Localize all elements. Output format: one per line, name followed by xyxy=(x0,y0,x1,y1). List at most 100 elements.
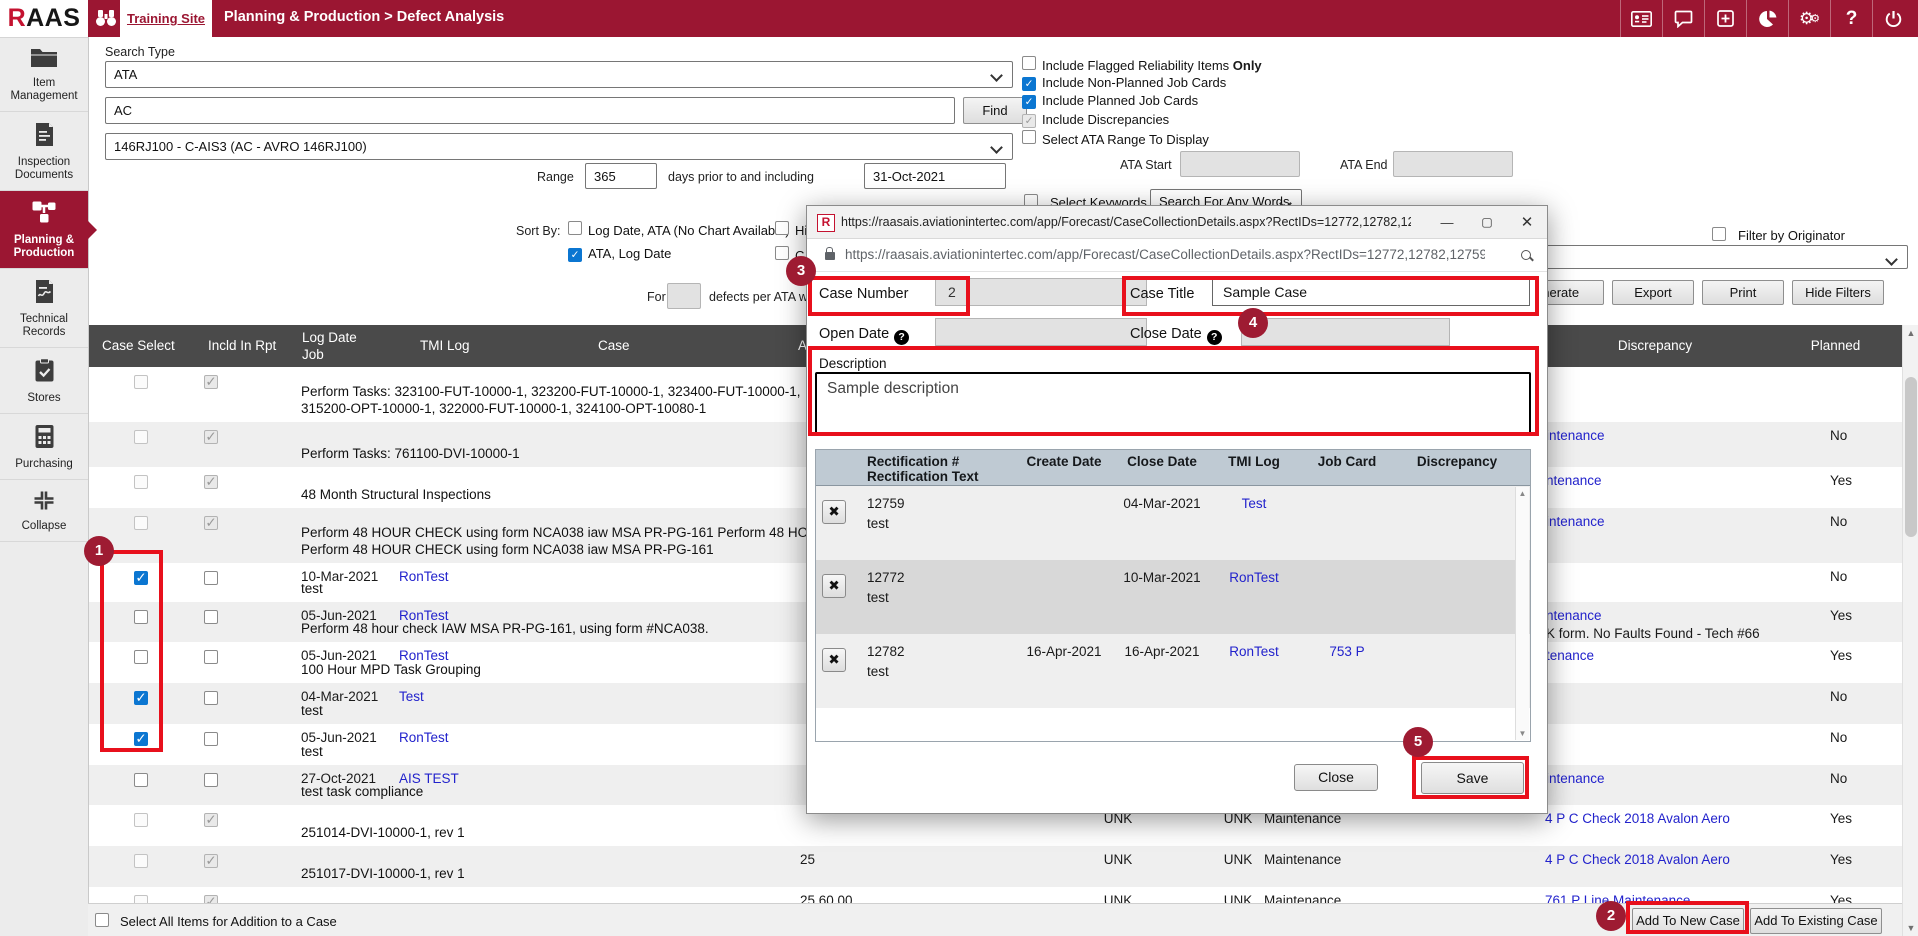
case-select-checkbox[interactable] xyxy=(134,732,148,746)
chat-icon[interactable] xyxy=(1662,0,1704,37)
incld-in-rpt-checkbox[interactable] xyxy=(204,691,218,705)
scroll-down-icon[interactable]: ▼ xyxy=(1903,923,1918,933)
scroll-down-icon[interactable]: ▼ xyxy=(1516,729,1529,738)
minimize-icon[interactable]: — xyxy=(1427,206,1467,239)
remove-rectification-button[interactable]: ✖ xyxy=(822,574,846,598)
sort-option-checkbox[interactable] xyxy=(775,221,789,235)
job-card-link-fragment[interactable]: ntenance xyxy=(1546,608,1602,623)
job-card-link-fragment[interactable]: tenance xyxy=(1546,648,1594,663)
power-icon[interactable] xyxy=(1872,0,1914,37)
aircraft-select[interactable]: 146RJ100 - C-AIS3 (AC - AVRO 146RJ100) xyxy=(105,133,1013,160)
add-icon[interactable] xyxy=(1704,0,1746,37)
close-window-icon[interactable]: ✕ xyxy=(1507,206,1547,239)
annotation-badge-2: 2 xyxy=(1596,901,1626,931)
add-to-existing-case-button[interactable]: Add To Existing Case xyxy=(1750,908,1882,934)
sidebar-item-planning-production[interactable]: Planning & Production xyxy=(0,191,88,269)
range-input[interactable]: 365 xyxy=(585,163,657,189)
select-all-checkbox[interactable] xyxy=(95,913,109,927)
pie-chart-icon[interactable] xyxy=(1746,0,1788,37)
planned-value: No xyxy=(1830,428,1847,443)
scrollbar-thumb[interactable] xyxy=(1905,377,1917,537)
case-select-checkbox[interactable] xyxy=(134,773,148,787)
id-card-icon[interactable] xyxy=(1620,0,1662,37)
job-card-link[interactable]: 761 P Line Maintenance xyxy=(1545,893,1690,903)
include-option-checkbox[interactable] xyxy=(1022,56,1036,70)
defect-analysis-page: Training Site Planning & Production > De… xyxy=(0,0,1918,936)
raas-favicon: R xyxy=(817,214,835,232)
case-select-checkbox[interactable] xyxy=(134,691,148,705)
vertical-scrollbar[interactable]: ▲ ▼ xyxy=(1902,325,1918,936)
job-card-link-fragment[interactable]: intenance xyxy=(1546,428,1605,443)
zoom-icon[interactable] xyxy=(1521,250,1531,260)
search-input[interactable]: AC xyxy=(105,97,955,124)
incld-in-rpt-checkbox[interactable] xyxy=(204,571,218,585)
sidebar-item-label: Stores xyxy=(2,392,86,405)
tmi-log-link[interactable]: RonTest xyxy=(1204,644,1304,659)
chevron-down-icon xyxy=(990,69,1003,82)
job-card-link-fragment[interactable]: ntenance xyxy=(1546,473,1602,488)
print-button[interactable]: Print xyxy=(1702,280,1784,305)
sidebar-item-collapse[interactable]: Collapse xyxy=(0,480,88,542)
case-select-checkbox[interactable] xyxy=(134,650,148,664)
sort-option-checkbox[interactable] xyxy=(568,221,582,235)
incld-in-rpt-checkbox xyxy=(204,895,218,903)
popup-title-bar[interactable]: R https://raasais.aviationintertec.com/a… xyxy=(807,206,1547,239)
sidebar-item-label: Planning & Production xyxy=(2,234,86,260)
find-button[interactable]: Find xyxy=(963,97,1027,124)
help-icon: ? xyxy=(894,330,909,345)
filter-originator-checkbox[interactable] xyxy=(1712,227,1726,244)
case-select-checkbox xyxy=(134,375,148,389)
help-icon[interactable]: ? xyxy=(1830,0,1872,37)
include-option-checkbox[interactable] xyxy=(1022,95,1036,109)
job-card-link[interactable]: 753 P xyxy=(1297,644,1397,659)
case-title-label: Case Title xyxy=(1130,286,1194,302)
maximize-icon[interactable]: ▢ xyxy=(1467,206,1507,239)
scroll-up-icon[interactable]: ▲ xyxy=(1903,328,1918,338)
close-button[interactable]: Close xyxy=(1294,764,1378,791)
range-date-input[interactable]: 31-Oct-2021 xyxy=(864,163,1006,189)
hide-filters-button[interactable]: Hide Filters xyxy=(1792,280,1884,305)
incld-in-rpt-checkbox[interactable] xyxy=(204,610,218,624)
incld-in-rpt-checkbox xyxy=(204,430,218,444)
tab-training-site[interactable]: Training Site xyxy=(120,0,212,37)
add-to-new-case-button[interactable]: Add To New Case xyxy=(1632,908,1744,934)
incld-in-rpt-checkbox[interactable] xyxy=(204,773,218,787)
case-title-input[interactable]: Sample Case xyxy=(1212,278,1530,306)
case-select-checkbox[interactable] xyxy=(134,610,148,624)
sidebar-item-item-management[interactable]: Item Management xyxy=(0,37,88,112)
tmi-log-link[interactable]: RonTest xyxy=(1204,570,1304,585)
include-option-checkbox xyxy=(1022,114,1036,128)
incld-in-rpt-checkbox[interactable] xyxy=(204,650,218,664)
popup-address-url[interactable]: https://raasais.aviationintertec.com/app… xyxy=(845,247,1485,262)
sort-option-checkbox[interactable] xyxy=(775,246,789,260)
save-button[interactable]: Save xyxy=(1421,762,1524,794)
include-option-checkbox[interactable] xyxy=(1022,130,1036,144)
search-type-select[interactable]: ATA xyxy=(105,61,1013,88)
job-card-link[interactable]: 4 P C Check 2018 Avalon Aero xyxy=(1545,852,1730,867)
close-date: 16-Apr-2021 xyxy=(1107,644,1217,659)
select-all-label: Select All Items for Addition to a Case xyxy=(120,914,337,929)
sort-option: Hi xyxy=(775,221,807,238)
incld-in-rpt-checkbox[interactable] xyxy=(204,732,218,746)
sidebar-item-technical-records[interactable]: Technical Records xyxy=(0,269,88,348)
tmi-log-link[interactable]: Test xyxy=(1204,496,1304,511)
sidebar-item-purchasing[interactable]: Purchasing xyxy=(0,414,88,480)
description-textarea[interactable]: Sample description xyxy=(815,372,1531,434)
job-card-link-fragment[interactable]: intenance xyxy=(1546,771,1605,786)
settings-icon[interactable]: ⚙⚙ xyxy=(1788,0,1830,37)
ata-end-input xyxy=(1393,151,1513,177)
col-case: Case xyxy=(598,338,630,353)
remove-rectification-button[interactable]: ✖ xyxy=(822,648,846,672)
case-select-checkbox[interactable] xyxy=(134,571,148,585)
job-card-link-fragment[interactable]: intenance xyxy=(1546,514,1605,529)
rect-table-scrollbar[interactable]: ▲ ▼ xyxy=(1515,487,1529,740)
remove-rectification-button[interactable]: ✖ xyxy=(822,500,846,524)
sort-option-checkbox[interactable] xyxy=(568,248,582,262)
scroll-up-icon[interactable]: ▲ xyxy=(1516,489,1529,498)
ata-start-input xyxy=(1180,151,1300,177)
export-button[interactable]: Export xyxy=(1612,280,1694,305)
sidebar-item-stores[interactable]: Stores xyxy=(0,348,88,414)
sidebar-item-inspection-documents[interactable]: Inspection Documents xyxy=(0,112,88,191)
include-option-checkbox[interactable] xyxy=(1022,77,1036,91)
job-card-link[interactable]: 4 P C Check 2018 Avalon Aero xyxy=(1545,811,1730,826)
